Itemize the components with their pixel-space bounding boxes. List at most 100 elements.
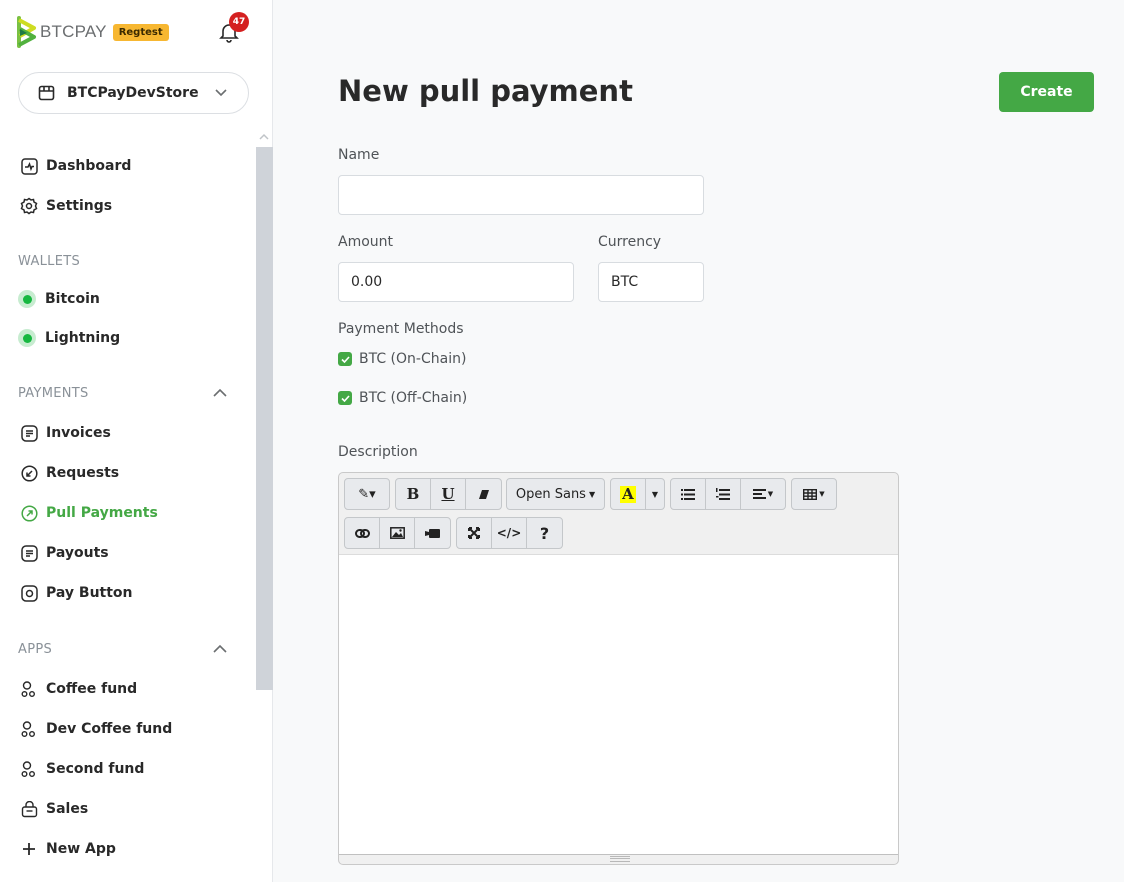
- payment-methods-label: Payment Methods: [338, 321, 464, 337]
- checkbox-checked-icon[interactable]: [338, 391, 352, 405]
- chevron-up-icon[interactable]: [213, 644, 227, 653]
- crowdfund-icon: [20, 680, 38, 698]
- name-label: Name: [338, 147, 380, 163]
- wallet-status-dot: [18, 329, 36, 347]
- amount-input[interactable]: [338, 262, 574, 302]
- description-textarea[interactable]: [339, 555, 898, 855]
- description-label: Description: [338, 444, 418, 460]
- brand-name: BTCPAY: [40, 22, 107, 41]
- bold-button[interactable]: B: [396, 479, 431, 509]
- page-title: New pull payment: [338, 74, 633, 108]
- paragraph-group: ▼: [670, 478, 786, 510]
- view-group: </> ?: [456, 517, 563, 549]
- unordered-list-button[interactable]: [671, 479, 706, 509]
- amount-label: Amount: [338, 234, 394, 250]
- currency-label: Currency: [598, 234, 662, 250]
- ordered-list-icon: [716, 488, 730, 500]
- payment-method-offchain[interactable]: BTC (Off-Chain): [338, 390, 467, 406]
- caret-down-icon: ▼: [767, 490, 774, 498]
- store-name: BTCPayDevStore: [67, 85, 199, 101]
- wallet-status-dot: [18, 290, 36, 308]
- caret-down-icon: ▼: [588, 489, 596, 499]
- fullscreen-icon: [468, 527, 480, 539]
- chevron-up-icon[interactable]: [213, 388, 227, 397]
- insert-group: [344, 517, 451, 549]
- sidebar-item-label: Requests: [46, 465, 120, 481]
- sidebar-item-coffee-fund[interactable]: Coffee fund: [20, 677, 137, 701]
- font-name-group: Open Sans ▼: [506, 478, 605, 510]
- clear-format-button[interactable]: [466, 479, 501, 509]
- payment-method-label: BTC (On-Chain): [359, 351, 467, 367]
- sidebar: BTCPAY Regtest 47 BTCPayDevStore Dashboa…: [0, 0, 273, 882]
- sidebar-item-pay-button[interactable]: Pay Button: [20, 581, 133, 605]
- underline-icon: U: [441, 485, 455, 503]
- sidebar-item-invoices[interactable]: Invoices: [20, 421, 111, 445]
- resize-handle[interactable]: [610, 856, 630, 862]
- sidebar-item-label: Payouts: [46, 545, 109, 561]
- sidebar-item-lightning[interactable]: Lightning: [18, 326, 121, 350]
- picture-icon: [389, 527, 405, 539]
- underline-button[interactable]: U: [431, 479, 466, 509]
- env-badge: Regtest: [112, 23, 169, 41]
- style-button[interactable]: ✎▾: [345, 479, 389, 509]
- align-left-icon: [752, 489, 766, 499]
- crowdfund-icon: [20, 760, 38, 778]
- dashboard-icon: [20, 157, 38, 175]
- crowdfund-icon: [20, 720, 38, 738]
- sidebar-item-dashboard[interactable]: Dashboard: [20, 154, 131, 178]
- text-color-icon: A: [620, 484, 636, 503]
- sidebar-item-label: New App: [46, 841, 116, 857]
- sidebar-item-label: Coffee fund: [46, 681, 138, 697]
- fullscreen-button[interactable]: [457, 518, 492, 548]
- code-icon: </>: [496, 526, 522, 540]
- currency-input[interactable]: [598, 262, 704, 302]
- sidebar-item-label: Lightning: [45, 330, 121, 346]
- highlight-color-button[interactable]: A: [611, 479, 646, 509]
- sidebar-item-label: Invoices: [46, 425, 111, 441]
- link-icon: [354, 528, 370, 538]
- sidebar-item-bitcoin[interactable]: Bitcoin: [18, 287, 100, 311]
- link-button[interactable]: [345, 518, 380, 548]
- color-group: A ▼: [610, 478, 665, 510]
- color-dropdown-button[interactable]: ▼: [646, 479, 664, 509]
- store-selector[interactable]: BTCPayDevStore: [18, 72, 249, 114]
- btcpay-logo[interactable]: BTCPAY Regtest: [17, 16, 169, 48]
- sidebar-item-sales[interactable]: Sales: [20, 797, 88, 821]
- checkbox-checked-icon[interactable]: [338, 352, 352, 366]
- video-icon: [425, 528, 440, 538]
- sidebar-item-label: Bitcoin: [45, 291, 100, 307]
- name-input[interactable]: [338, 175, 704, 215]
- table-button[interactable]: ▼: [792, 479, 836, 509]
- pull-payment-icon: [20, 504, 38, 522]
- video-button[interactable]: [415, 518, 450, 548]
- question-icon: ?: [539, 523, 550, 543]
- unordered-list-icon: [681, 488, 695, 500]
- create-button[interactable]: Create: [999, 72, 1094, 112]
- sidebar-item-label: Dev Coffee fund: [46, 721, 173, 737]
- sidebar-item-requests[interactable]: Requests: [20, 461, 119, 485]
- sidebar-item-label: Second fund: [46, 761, 145, 777]
- sidebar-item-settings[interactable]: Settings: [20, 194, 112, 218]
- request-icon: [20, 464, 38, 482]
- scroll-up-icon[interactable]: [259, 133, 269, 140]
- sidebar-item-pull-payments[interactable]: Pull Payments: [20, 501, 158, 525]
- paragraph-align-button[interactable]: ▼: [741, 479, 785, 509]
- bold-icon: B: [406, 485, 420, 503]
- sidebar-item-payouts[interactable]: Payouts: [20, 541, 109, 565]
- ordered-list-button[interactable]: [706, 479, 741, 509]
- sidebar-item-dev-coffee-fund[interactable]: Dev Coffee fund: [20, 717, 172, 741]
- font-name-dropdown[interactable]: Open Sans ▼: [507, 479, 604, 509]
- description-editor: ✎▾ B U Open Sans ▼ A ▼ ▼ ▼ </> ?: [338, 472, 899, 865]
- payment-method-onchain[interactable]: BTC (On-Chain): [338, 351, 466, 367]
- code-view-button[interactable]: </>: [492, 518, 527, 548]
- picture-button[interactable]: [380, 518, 415, 548]
- sidebar-item-second-fund[interactable]: Second fund: [20, 757, 144, 781]
- notification-count: 47: [229, 12, 249, 32]
- table-group: ▼: [791, 478, 837, 510]
- help-button[interactable]: ?: [527, 518, 562, 548]
- editor-toolbar: ✎▾ B U Open Sans ▼ A ▼ ▼ ▼ </> ?: [339, 473, 898, 555]
- chevron-down-icon: [215, 89, 227, 97]
- sidebar-scrollbar[interactable]: [256, 147, 273, 690]
- gear-icon: [20, 197, 38, 215]
- sidebar-item-new-app[interactable]: New App: [20, 837, 116, 861]
